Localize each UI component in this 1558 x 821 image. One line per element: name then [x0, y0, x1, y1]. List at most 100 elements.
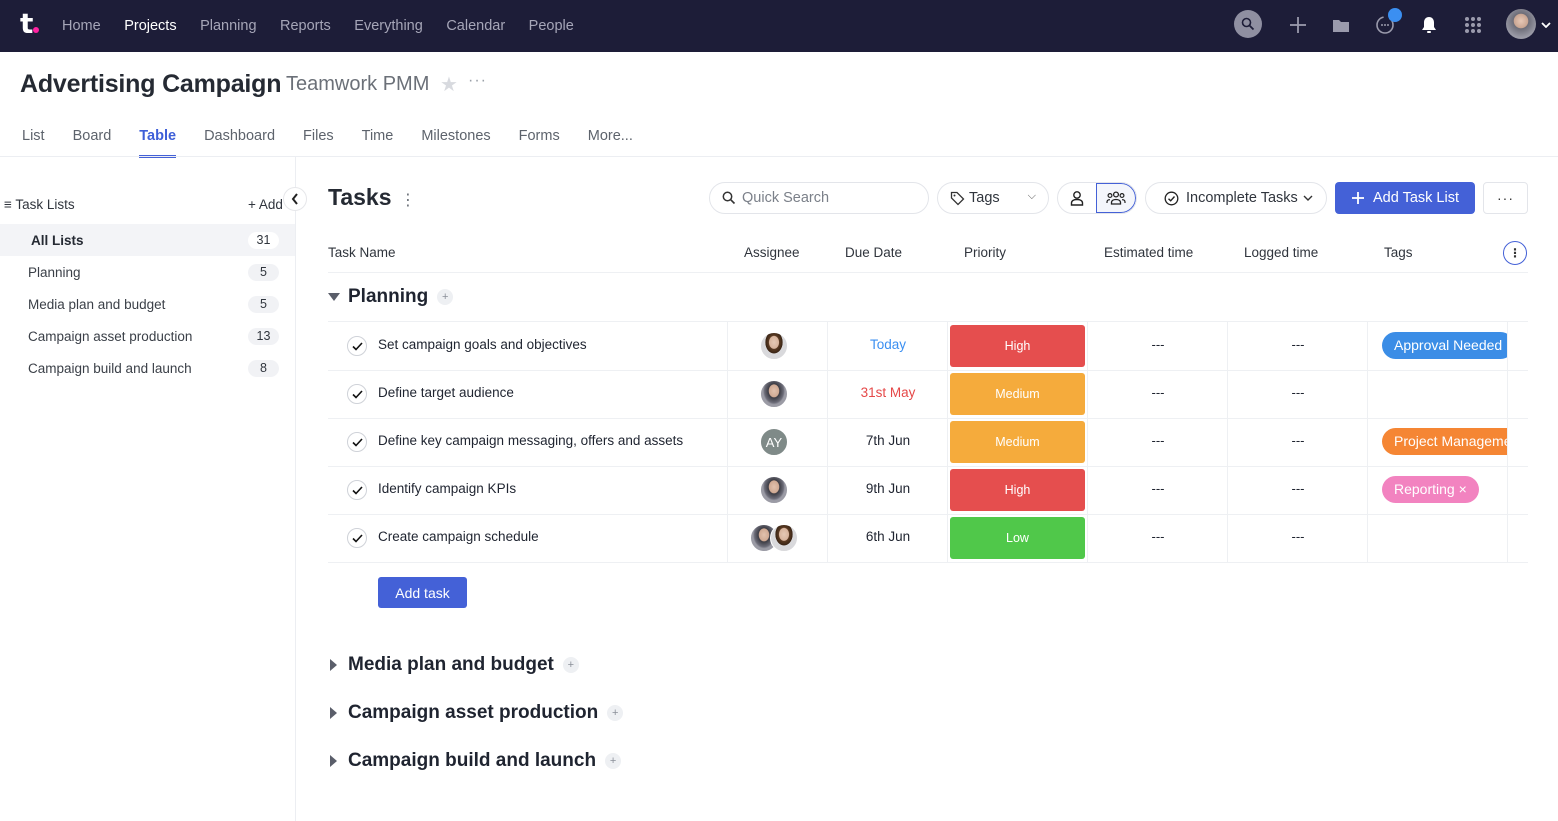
quick-search-input[interactable] — [742, 190, 912, 206]
column-options-icon[interactable]: ⋮ — [1503, 241, 1527, 265]
add-to-group-icon[interactable]: + — [437, 289, 454, 305]
due-date[interactable]: 6th Jun — [828, 529, 948, 544]
task-group-media-plan[interactable]: Media plan and budget + — [328, 654, 579, 676]
task-name[interactable]: Identify campaign KPIs — [378, 481, 516, 496]
priority-badge[interactable]: High — [950, 325, 1085, 367]
due-date[interactable]: 31st May — [828, 385, 948, 400]
priority-badge[interactable]: Medium — [950, 373, 1085, 415]
tag-pill[interactable]: Reporting × — [1382, 476, 1479, 503]
task-group-asset-production[interactable]: Campaign asset production + — [328, 702, 624, 724]
estimated-time[interactable]: --- — [1088, 337, 1228, 352]
assignee-cell[interactable] — [750, 524, 798, 552]
add-to-group-icon[interactable]: + — [605, 753, 622, 769]
apps-grid-icon[interactable] — [1458, 10, 1488, 40]
collapsed-caret-icon[interactable] — [330, 755, 337, 767]
table-row[interactable]: Set campaign goals and objectives Today … — [328, 322, 1528, 370]
estimated-time[interactable]: --- — [1088, 433, 1228, 448]
estimated-time[interactable]: --- — [1088, 481, 1228, 496]
search-icon[interactable] — [1234, 10, 1262, 38]
sidebar-item-build-launch[interactable]: Campaign build and launch 8 — [0, 352, 295, 384]
estimated-time[interactable]: --- — [1088, 385, 1228, 400]
due-date[interactable]: Today — [828, 337, 948, 352]
assignee-avatar[interactable] — [760, 476, 788, 504]
table-row[interactable]: Identify campaign KPIs 9th Jun High --- … — [328, 466, 1528, 514]
tag-pill[interactable]: Project Management — [1382, 428, 1508, 455]
add-task-button[interactable]: Add task — [378, 577, 467, 608]
add-task-list-link[interactable]: + Add — [248, 197, 283, 212]
task-status-filter[interactable]: Incomplete Tasks — [1145, 182, 1327, 214]
collapse-sidebar-button[interactable] — [283, 187, 307, 211]
chevron-down-icon[interactable] — [1538, 10, 1554, 40]
assignee-avatar[interactable] — [760, 332, 788, 360]
add-task-list-button[interactable]: Add Task List — [1335, 182, 1475, 214]
priority-badge[interactable]: High — [950, 469, 1085, 511]
task-name[interactable]: Define key campaign messaging, offers an… — [378, 433, 683, 448]
assignee-cell[interactable] — [760, 332, 788, 360]
add-to-group-icon[interactable]: + — [562, 657, 579, 673]
tab-more[interactable]: More... — [588, 128, 633, 144]
column-header-due-date[interactable]: Due Date — [845, 245, 902, 260]
logged-time[interactable]: --- — [1228, 529, 1368, 544]
user-avatar[interactable] — [1506, 9, 1536, 39]
plus-icon[interactable] — [1283, 10, 1313, 40]
sidebar-item-media-plan[interactable]: Media plan and budget 5 — [0, 288, 295, 320]
due-date[interactable]: 9th Jun — [828, 481, 948, 496]
column-header-logged-time[interactable]: Logged time — [1244, 245, 1318, 260]
task-group-build-launch[interactable]: Campaign build and launch + — [328, 750, 622, 772]
nav-people[interactable]: People — [529, 18, 574, 34]
assignee-avatar[interactable] — [770, 524, 798, 552]
tags-cell[interactable] — [1368, 370, 1508, 418]
tab-files[interactable]: Files — [303, 128, 334, 144]
task-name[interactable]: Set campaign goals and objectives — [378, 337, 587, 352]
column-header-estimated-time[interactable]: Estimated time — [1104, 245, 1193, 260]
bell-icon[interactable] — [1414, 10, 1444, 40]
table-row[interactable]: Create campaign schedule 6th Jun Low ---… — [328, 514, 1528, 562]
logged-time[interactable]: --- — [1228, 385, 1368, 400]
tab-forms[interactable]: Forms — [519, 128, 560, 144]
tags-cell[interactable]: Approval Needed — [1368, 322, 1508, 370]
tab-time[interactable]: Time — [362, 128, 394, 144]
collapsed-caret-icon[interactable] — [330, 659, 337, 671]
everyone-tasks-toggle[interactable] — [1096, 183, 1136, 213]
sidebar-item-all-lists[interactable]: All Lists 31 — [0, 224, 295, 256]
logged-time[interactable]: --- — [1228, 481, 1368, 496]
logged-time[interactable]: --- — [1228, 337, 1368, 352]
nav-home[interactable]: Home — [62, 18, 101, 34]
folder-icon[interactable] — [1326, 10, 1356, 40]
nav-projects[interactable]: Projects — [124, 18, 176, 34]
tags-cell[interactable] — [1368, 514, 1508, 562]
sidebar-item-planning[interactable]: Planning 5 — [0, 256, 295, 288]
column-header-tags[interactable]: Tags — [1384, 245, 1413, 260]
tab-dashboard[interactable]: Dashboard — [204, 128, 275, 144]
estimated-time[interactable]: --- — [1088, 529, 1228, 544]
assignee-avatar[interactable]: AY — [760, 428, 788, 456]
expanded-caret-icon[interactable] — [328, 293, 340, 301]
task-name[interactable]: Define target audience — [378, 385, 514, 400]
my-tasks-toggle[interactable] — [1058, 183, 1096, 213]
sidebar-item-asset-production[interactable]: Campaign asset production 13 — [0, 320, 295, 352]
column-header-task-name[interactable]: Task Name — [328, 245, 396, 260]
tag-pill[interactable]: Approval Needed — [1382, 332, 1508, 359]
nav-calendar[interactable]: Calendar — [446, 18, 505, 34]
tab-table[interactable]: Table — [139, 128, 176, 158]
more-options-button[interactable]: ··· — [1483, 182, 1528, 214]
tab-board[interactable]: Board — [73, 128, 112, 144]
nav-reports[interactable]: Reports — [280, 18, 331, 34]
task-name[interactable]: Create campaign schedule — [378, 529, 539, 544]
column-header-priority[interactable]: Priority — [964, 245, 1006, 260]
teamwork-logo[interactable]: t — [20, 10, 33, 38]
company-name[interactable]: Teamwork PMM — [286, 73, 429, 96]
logged-time[interactable]: --- — [1228, 433, 1368, 448]
complete-task-checkbox[interactable] — [347, 336, 367, 356]
nav-everything[interactable]: Everything — [354, 18, 423, 34]
tags-filter-dropdown[interactable]: Tags ⌵ — [937, 182, 1049, 214]
tags-cell[interactable]: Project Management — [1368, 418, 1508, 466]
add-to-group-icon[interactable]: + — [607, 705, 624, 721]
column-header-assignee[interactable]: Assignee — [744, 245, 800, 260]
tab-list[interactable]: List — [22, 128, 45, 144]
complete-task-checkbox[interactable] — [347, 480, 367, 500]
table-row[interactable]: Define key campaign messaging, offers an… — [328, 418, 1528, 466]
tab-milestones[interactable]: Milestones — [421, 128, 490, 144]
complete-task-checkbox[interactable] — [347, 384, 367, 404]
priority-badge[interactable]: Low — [950, 517, 1085, 559]
